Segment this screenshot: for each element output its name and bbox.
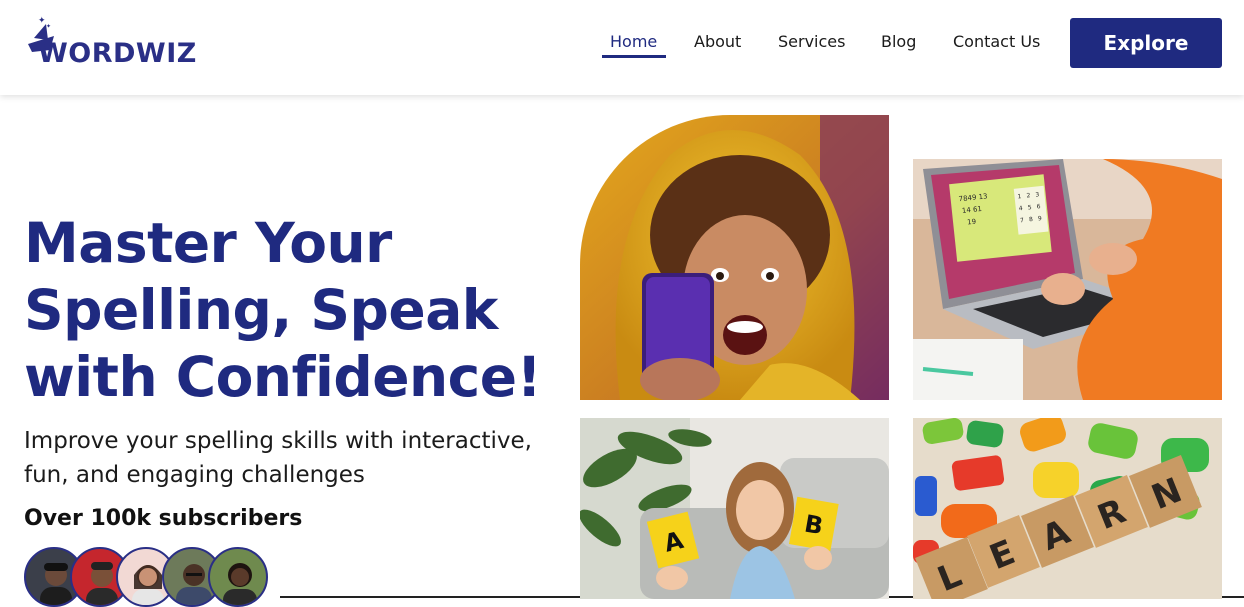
nav-item-contact-us[interactable]: Contact Us [953, 30, 1040, 54]
hero-title-line: Spelling, Speak [24, 278, 498, 342]
svg-text:✦: ✦ [38, 16, 46, 26]
girl-holding-letter-cards-image: A B [580, 418, 889, 599]
svg-text:✦: ✦ [46, 23, 51, 30]
hero-title-line: Master Your [24, 211, 392, 275]
excited-child-with-phone-image [580, 115, 889, 400]
hero-subtitle-line: Improve your spelling skills with intera… [24, 428, 532, 454]
nav-active-underline [602, 55, 666, 58]
hero-subtitle-line: fun, and engaging challenges [24, 462, 365, 488]
brand-logo[interactable]: ✦ ✦ WORDWIZ [24, 14, 196, 69]
hero-subtitle: Improve your spelling skills with intera… [24, 424, 564, 492]
nav-item-home[interactable]: Home [610, 30, 657, 54]
learn-wooden-blocks-image: L E A R N [913, 418, 1222, 599]
site-header: ✦ ✦ WORDWIZ Home About Services Blog Con… [0, 0, 1244, 95]
nav-item-services[interactable]: Services [778, 30, 845, 54]
laptop-screen-text: 19 [967, 218, 977, 227]
explore-button[interactable]: Explore [1070, 18, 1222, 68]
nav-item-blog[interactable]: Blog [881, 30, 916, 54]
child-using-laptop-image: 7849 13 14 61 19 1 2 3 4 5 6 7 8 9 [913, 159, 1222, 400]
nav-item-about[interactable]: About [694, 30, 741, 54]
hero-title: Master Your Spelling, Speak with Confide… [24, 210, 584, 411]
avatar [208, 547, 268, 607]
brand-name: WORDWIZ [38, 38, 197, 69]
hero-title-line: with Confidence! [24, 345, 542, 409]
subscribers-count: Over 100k subscribers [24, 506, 303, 531]
